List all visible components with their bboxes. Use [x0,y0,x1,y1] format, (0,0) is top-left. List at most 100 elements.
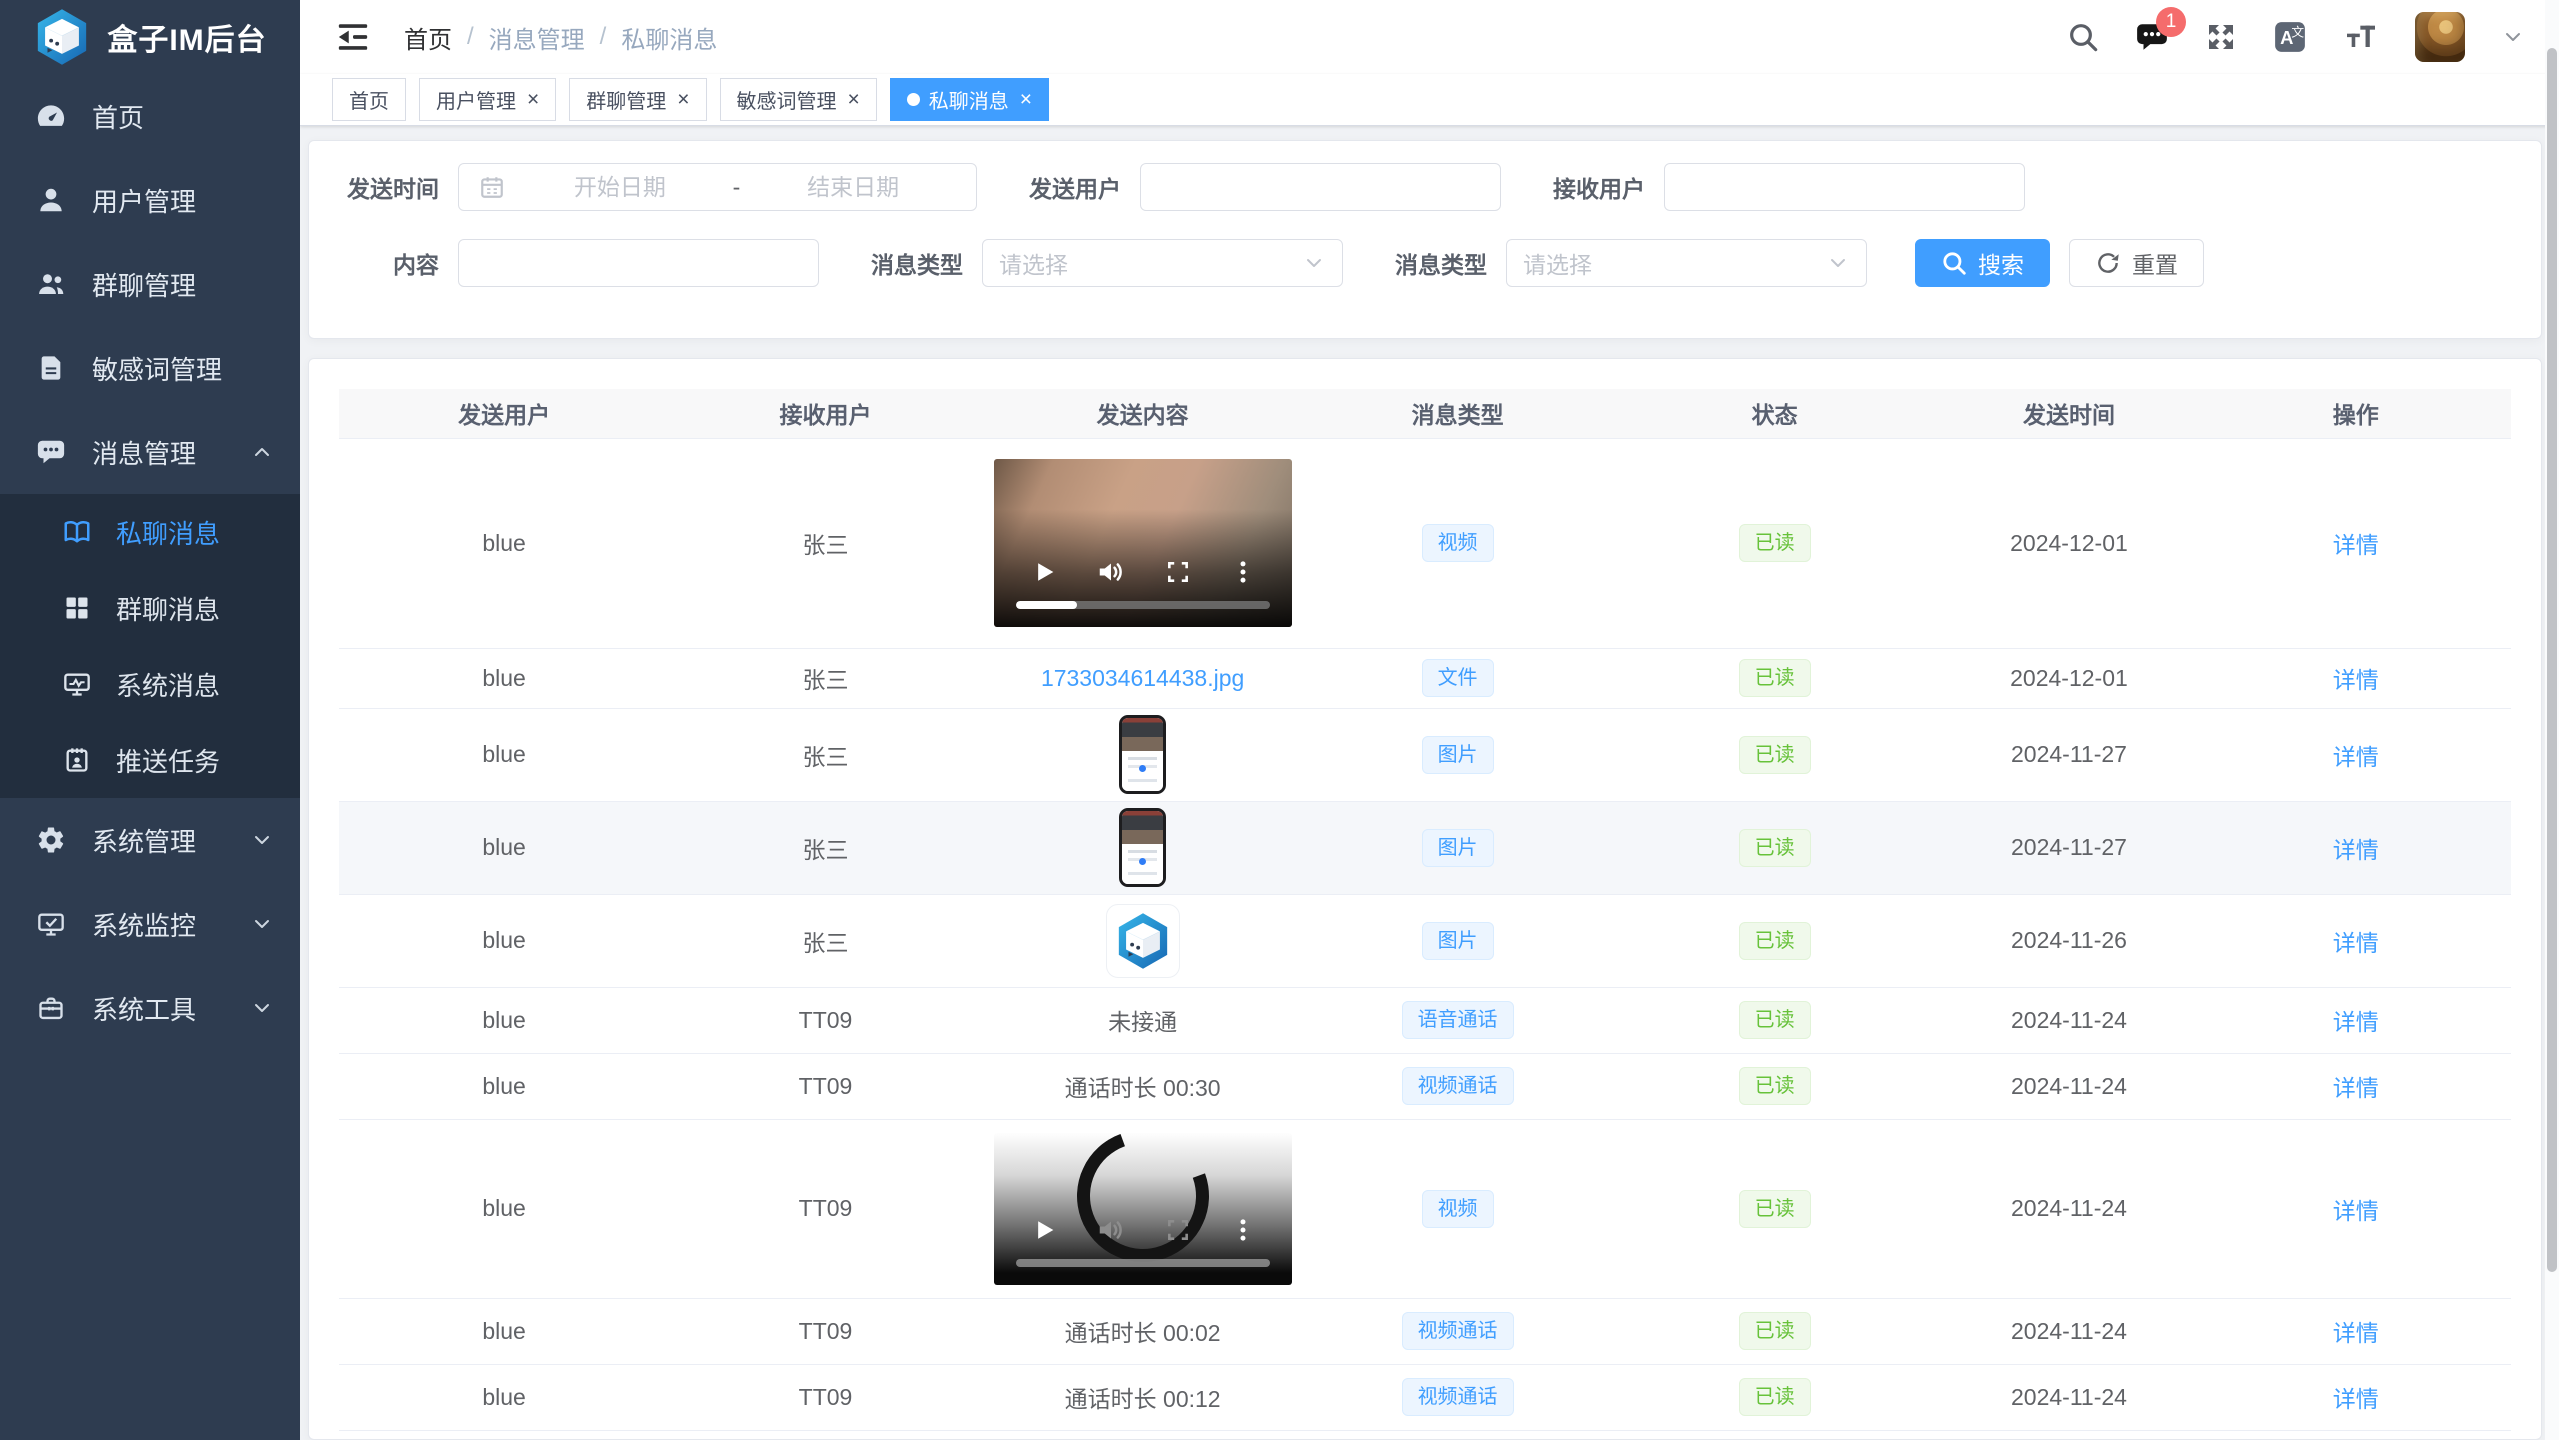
video-fullscreen-icon[interactable] [1165,559,1191,585]
sidebar-item-system-monitor[interactable]: 系统监控 [0,882,300,966]
content-cell: 通话时长 00:12 [982,1364,1303,1430]
detail-link[interactable]: 详情 [2333,1320,2379,1346]
filter-receive-user: 接收用户 [1549,163,2025,211]
close-icon[interactable]: × [677,89,689,110]
more-icon[interactable] [1230,1217,1256,1243]
close-icon[interactable]: × [848,89,860,110]
phone-screenshot-thumbnail[interactable] [1119,715,1166,794]
detail-link[interactable]: 详情 [2333,930,2379,956]
sender-cell: blue [339,987,669,1053]
video-controls [994,1215,1292,1245]
search-icon [1941,250,1967,276]
send-time-range-picker[interactable]: - [458,163,977,211]
sidebar-item-label: 推送任务 [116,742,220,779]
play-icon[interactable] [1030,1216,1058,1244]
reset-button[interactable]: 重置 [2069,239,2204,287]
detail-link[interactable]: 详情 [2333,667,2379,693]
detail-link[interactable]: 详情 [2333,532,2379,558]
play-icon[interactable] [1030,558,1058,586]
message-badge: 1 [2156,7,2186,37]
action-cell: 详情 [2200,438,2511,648]
detail-link[interactable]: 详情 [2333,1386,2379,1412]
phone-screenshot-thumbnail[interactable] [1119,808,1166,887]
video-progress-bar[interactable] [1016,601,1270,609]
avatar[interactable] [2415,12,2465,62]
search-button[interactable]: 搜索 [1915,239,2050,287]
action-cell: 详情 [2200,1364,2511,1430]
action-cell: 详情 [2200,1053,2511,1119]
page-scrollbar[interactable] [2545,0,2559,1440]
content-input[interactable] [477,250,800,277]
file-link[interactable]: 1733034614438.jpg [1041,665,1244,691]
app-logo-image[interactable] [1106,904,1180,978]
sidebar-item-label: 群聊消息 [116,590,220,627]
sidebar-item-home[interactable]: 首页 [0,74,300,158]
send-user-input[interactable] [1159,174,1482,201]
sidebar-item-system-messages[interactable]: 系统消息 [0,646,300,722]
sidebar: 盒子IM后台 首页用户管理群聊管理敏感词管理消息管理私聊消息群聊消息系统消息推送… [0,0,300,1440]
filter-content: 内容 [343,239,819,287]
detail-link[interactable]: 详情 [2333,1075,2379,1101]
action-cell: 详情 [2200,894,2511,987]
detail-link[interactable]: 详情 [2333,1198,2379,1224]
sidebar-item-private-messages[interactable]: 私聊消息 [0,494,300,570]
column-header: 消息类型 [1303,389,1611,438]
video-player[interactable] [994,1133,1292,1285]
sidebar-item-message-mgmt[interactable]: 消息管理 [0,410,300,494]
volume-icon[interactable] [1096,1215,1126,1245]
tab-sensitive-words[interactable]: 敏感词管理× [720,78,877,121]
filter-send-time: 发送时间 - [343,163,977,211]
sidebar-item-system-mgmt[interactable]: 系统管理 [0,798,300,882]
sidebar-item-system-tools[interactable]: 系统工具 [0,966,300,1050]
collapse-menu-icon[interactable] [334,20,372,54]
column-header: 状态 [1612,389,1938,438]
detail-link[interactable]: 详情 [2333,837,2379,863]
status-cell: 已读 [1612,801,1938,894]
detail-link[interactable]: 详情 [2333,744,2379,770]
box-logo-icon [33,8,91,66]
video-fullscreen-icon[interactable] [1165,1217,1191,1243]
receive-user-label: 接收用户 [1549,170,1645,204]
receive-user-input[interactable] [1683,174,2006,201]
app-logo[interactable]: 盒子IM后台 [0,0,300,74]
sidebar-item-user-mgmt[interactable]: 用户管理 [0,158,300,242]
search-icon[interactable] [2067,21,2099,53]
close-icon[interactable]: × [1020,89,1032,110]
font-size-icon[interactable] [2343,21,2379,53]
tab-user-mgmt[interactable]: 用户管理× [419,78,556,121]
messages-icon[interactable]: 1 [2135,20,2169,54]
translate-icon[interactable]: A文 [2273,20,2307,54]
sidebar-item-label: 系统管理 [92,822,196,859]
close-icon[interactable]: × [527,89,539,110]
table-row: blueTT09通话时长 00:02视频通话已读2024-11-24详情 [339,1298,2511,1364]
fullscreen-icon[interactable] [2205,21,2237,53]
sidebar-submenu-message-mgmt: 私聊消息群聊消息系统消息推送任务 [0,494,300,798]
sidebar-item-group-mgmt[interactable]: 群聊管理 [0,242,300,326]
type-cell: 图片 [1303,801,1611,894]
tab-home[interactable]: 首页 [332,78,406,121]
end-date-input[interactable] [744,174,962,201]
monitor-icon [60,670,94,698]
action-cell: 详情 [2200,648,2511,708]
sidebar-item-group-messages[interactable]: 群聊消息 [0,570,300,646]
more-icon[interactable] [1230,559,1256,585]
message-type-tag: 图片 [1422,736,1494,774]
breadcrumb-item[interactable]: 首页 [404,20,452,55]
sidebar-item-push-tasks[interactable]: 推送任务 [0,722,300,798]
scrollbar-thumb[interactable] [2547,48,2557,1272]
video-player[interactable] [994,459,1292,627]
status-tag: 已读 [1739,524,1811,562]
video-progress-bar[interactable] [1016,1259,1270,1267]
sidebar-item-sensitive-words[interactable]: 敏感词管理 [0,326,300,410]
tab-private-messages[interactable]: 私聊消息× [890,78,1049,121]
message-type-select-2[interactable]: 请选择 [1506,239,1867,287]
sidebar-item-label: 首页 [92,98,144,135]
action-cell: 详情 [2200,801,2511,894]
message-type-select-1[interactable]: 请选择 [982,239,1343,287]
start-date-input[interactable] [511,174,729,201]
chevron-down-icon[interactable] [2501,25,2525,49]
filter-message-type-1: 消息类型 请选择 [867,239,1343,287]
tab-group-mgmt[interactable]: 群聊管理× [569,78,706,121]
volume-icon[interactable] [1096,557,1126,587]
detail-link[interactable]: 详情 [2333,1009,2379,1035]
